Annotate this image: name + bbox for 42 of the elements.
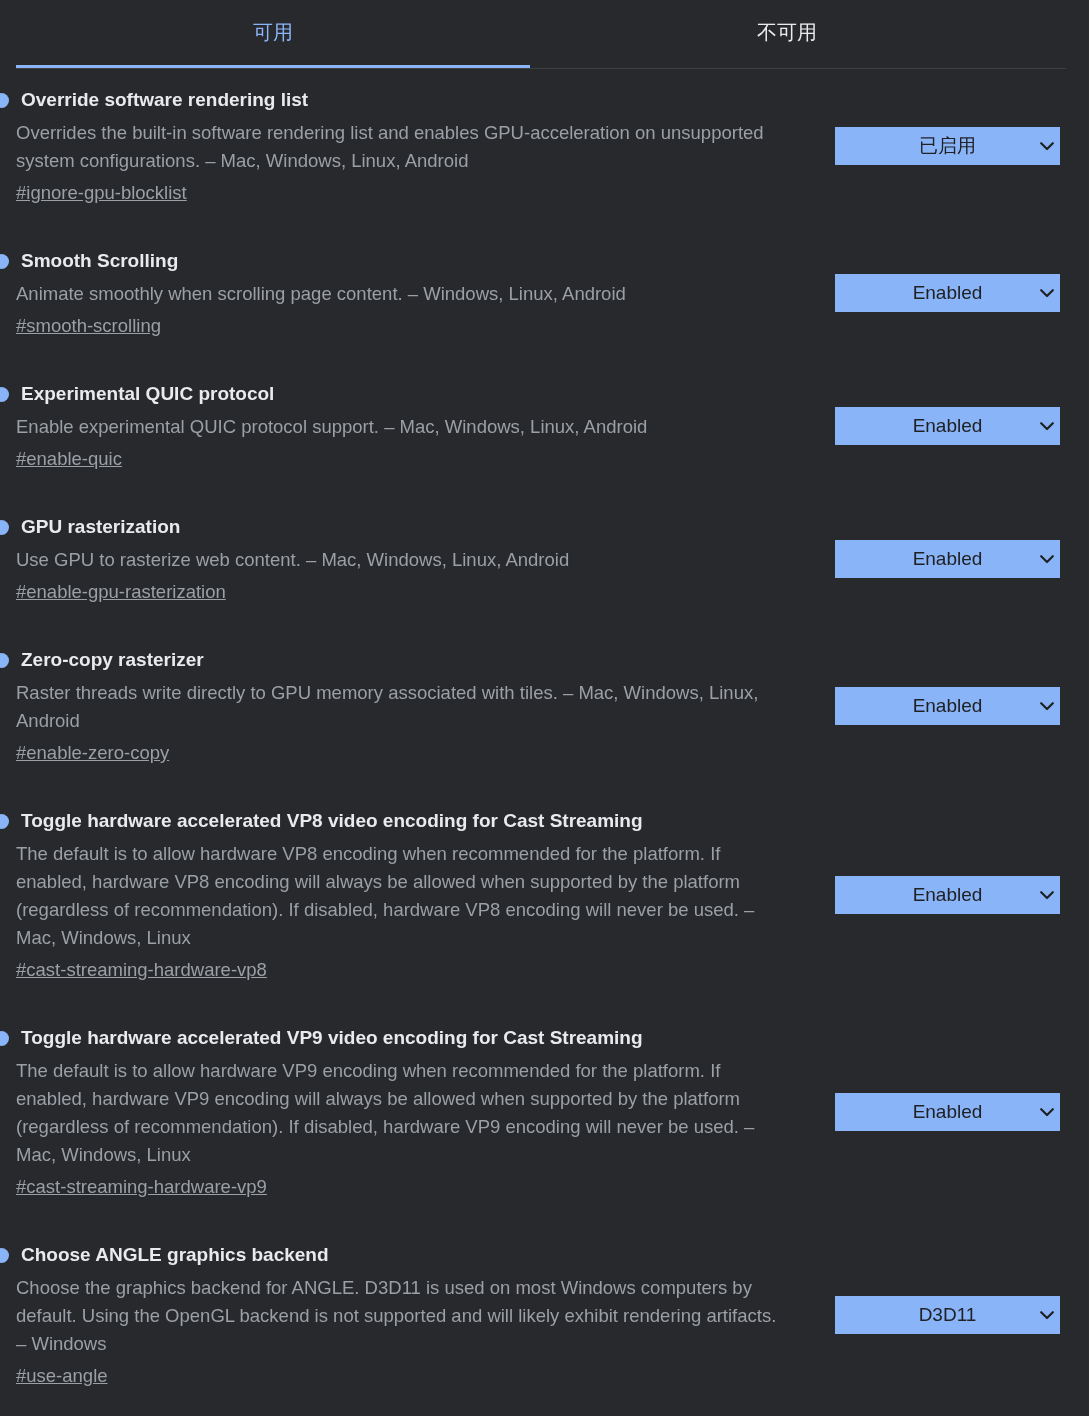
- tab[interactable]: 不可用: [530, 0, 1044, 68]
- chevron-down-icon: [1040, 1107, 1054, 1117]
- experiment-description: Use GPU to rasterize web content. – Mac, Windows, Linux, Android: [15, 548, 571, 572]
- experiment-description: The default is to allow hardware VP9 encoding when recommended for the platform. If enabled, hardware VP9 encoding will always be allowed when supported by the platform (regardless of recommendation). If disabled, hardware VP9 encoding will never be used. – Mac, Windows, Linux: [15, 1059, 756, 1167]
- state-dropdown[interactable]: Enabled: [835, 876, 1060, 914]
- experiment-title: Zero-copy rasterizer: [21, 648, 204, 672]
- state-dropdown[interactable]: D3D11: [835, 1296, 1060, 1334]
- experiment-link[interactable]: #ignore-gpu-blocklist: [16, 175, 187, 211]
- chevron-down-icon: [1040, 701, 1054, 711]
- experiment-link[interactable]: #enable-zero-copy: [16, 735, 170, 771]
- experiment-title: Experimental QUIC protocol: [21, 382, 275, 406]
- state-dropdown[interactable]: Enabled: [835, 274, 1060, 312]
- chevron-down-icon: [1040, 890, 1054, 900]
- experiment-description: The default is to allow hardware VP8 encoding when recommended for the platform. If enabled, hardware VP8 encoding will always be allowed when supported by the platform (regardless of recommendation). If disabled, hardware VP8 encoding will never be used. – Mac, Windows, Linux: [15, 842, 756, 950]
- experiment-description: Choose the graphics backend for ANGLE. D3D11 is used on most Windows computers by default. Using the OpenGL backend is not supported and will likely exhibit rendering artifacts. – Windows: [15, 1276, 778, 1356]
- experiment-link[interactable]: #use-angle: [16, 1358, 108, 1394]
- experiment-title: Toggle hardware accelerated VP9 video encoding for Cast Streaming: [21, 1026, 643, 1050]
- chevron-down-icon: [1040, 141, 1054, 151]
- chevron-down-icon: [1040, 421, 1054, 431]
- experiment-link[interactable]: #cast-streaming-hardware-vp8: [16, 952, 267, 988]
- experiment-title: Toggle hardware accelerated VP8 video encoding for Cast Streaming: [21, 809, 643, 833]
- experiment-link[interactable]: #cast-streaming-hardware-vp9: [16, 1169, 267, 1205]
- state-dropdown[interactable]: 已启用: [835, 127, 1060, 165]
- experiment-title: Override software rendering list: [21, 88, 309, 112]
- chevron-down-icon: [1040, 288, 1054, 298]
- chevron-down-icon: [1040, 554, 1054, 564]
- experiment-description: Overrides the built-in software rendering list and enables GPU-acceleration on unsupported system configurations. – Mac, Windows, Linux, Android: [15, 121, 765, 173]
- experiment-description: Enable experimental QUIC protocol support. – Mac, Windows, Linux, Android: [15, 415, 649, 439]
- state-dropdown[interactable]: Enabled: [835, 407, 1060, 445]
- experiment-title: Choose ANGLE graphics backend: [21, 1243, 329, 1267]
- state-dropdown[interactable]: Enabled: [835, 540, 1060, 578]
- experiment-description: Raster threads write directly to GPU memory associated with tiles. – Mac, Windows, Linux, Android: [15, 681, 760, 733]
- experiment-title: Smooth Scrolling: [21, 249, 179, 273]
- experiment-link[interactable]: #enable-gpu-rasterization: [16, 574, 226, 610]
- experiment-link[interactable]: #enable-quic: [16, 441, 122, 477]
- experiment-link[interactable]: #smooth-scrolling: [16, 308, 161, 344]
- state-dropdown[interactable]: Enabled: [835, 687, 1060, 725]
- experiment-title: GPU rasterization: [21, 515, 181, 539]
- tab[interactable]: 可用: [16, 0, 530, 68]
- chevron-down-icon: [1040, 1310, 1054, 1320]
- experiment-description: Animate smoothly when scrolling page content. – Windows, Linux, Android: [15, 282, 627, 306]
- state-dropdown[interactable]: Enabled: [835, 1093, 1060, 1131]
